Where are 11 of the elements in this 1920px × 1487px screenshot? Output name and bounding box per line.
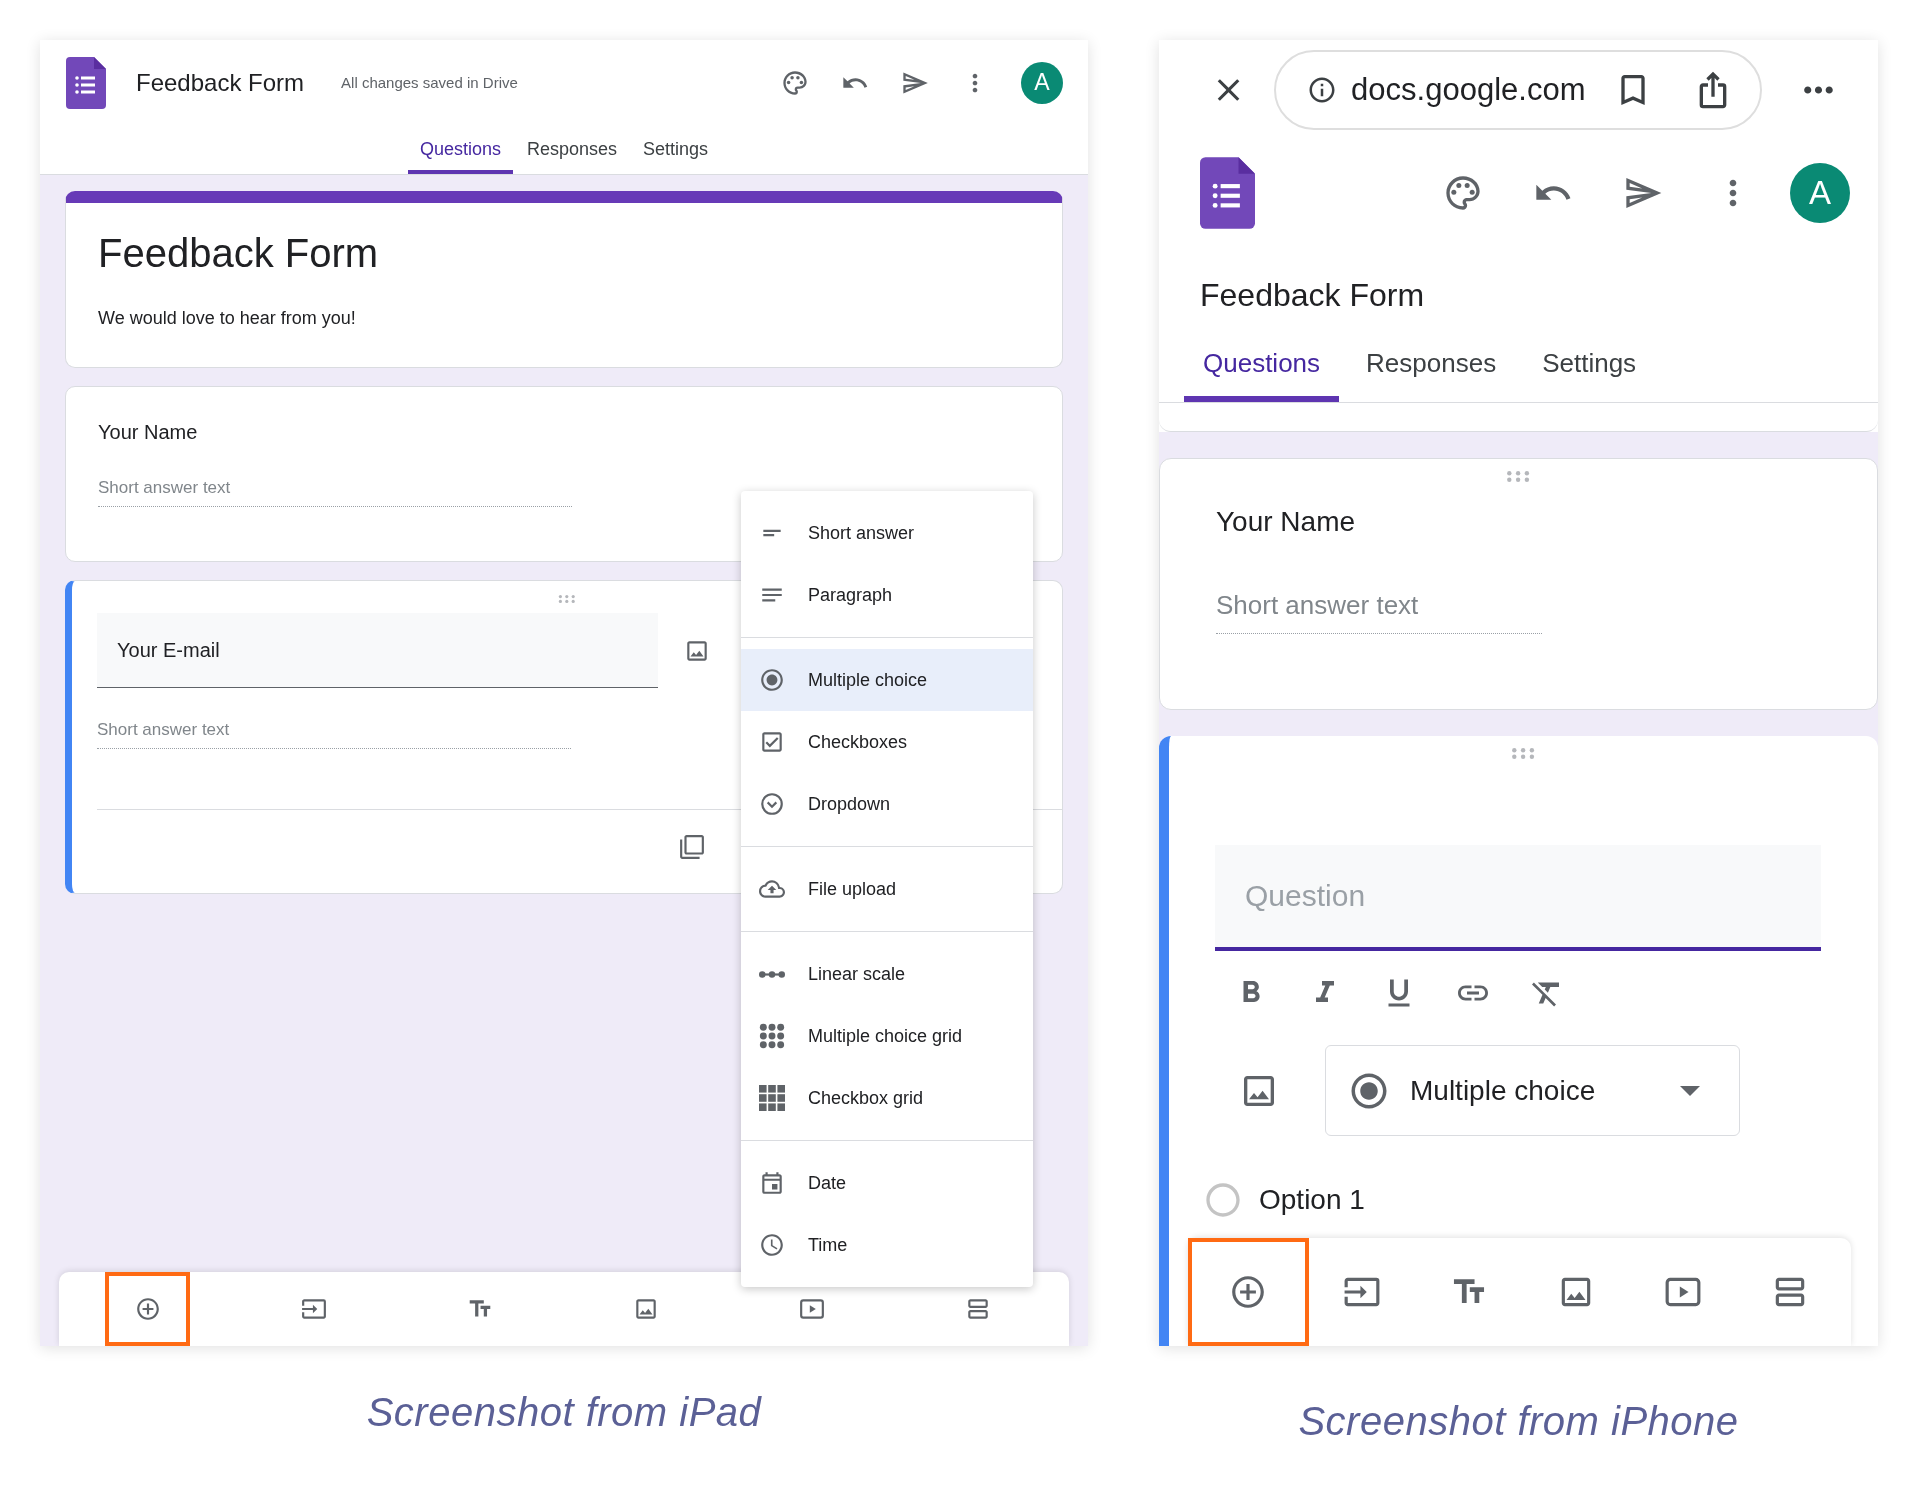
question-title: Your Name	[1216, 506, 1357, 538]
caption: Screenshot from iPad	[366, 1390, 762, 1435]
question-title: Your Name	[98, 421, 199, 444]
form-name: Feedback Form	[136, 68, 305, 97]
form-title: Feedback Form	[1199, 276, 1426, 315]
form-description: We would love to hear from you!	[98, 308, 357, 329]
url-text: docs.google.com	[1351, 72, 1587, 108]
option-label: Option 1	[1259, 1184, 1365, 1216]
form-title: Feedback Form	[98, 231, 380, 276]
caption: Screenshot from iPhone	[1298, 1399, 1739, 1444]
save-status: All changes saved in Drive	[341, 74, 519, 92]
